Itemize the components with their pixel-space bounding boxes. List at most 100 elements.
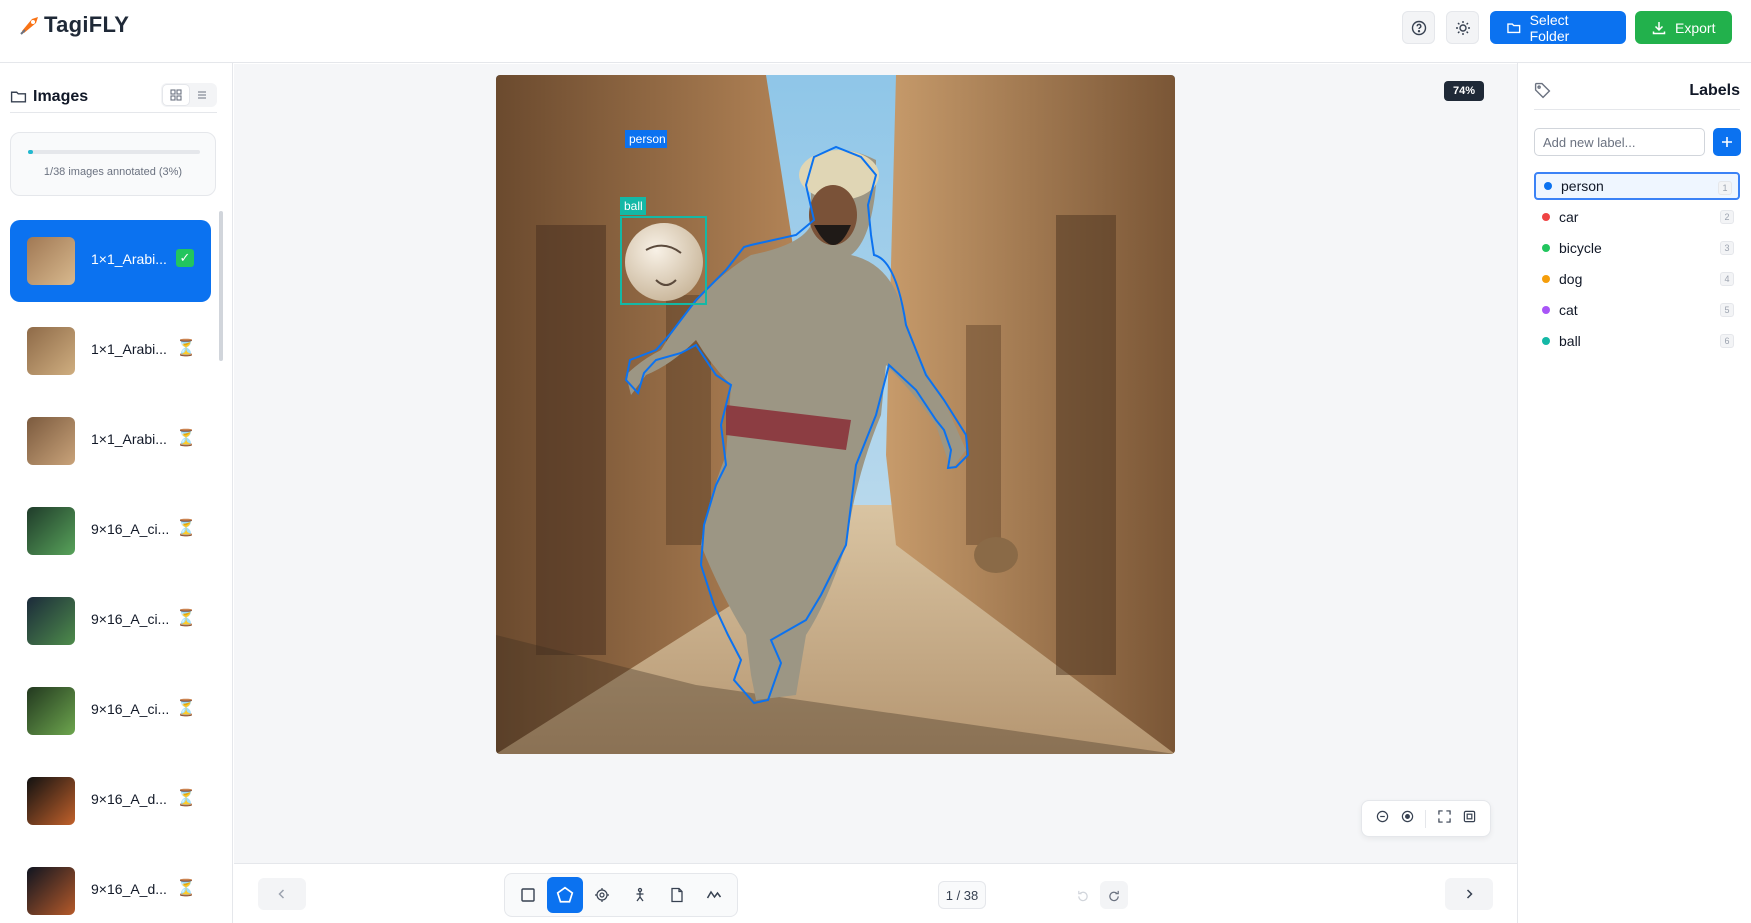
sidebar-scrollbar[interactable] [219,211,223,361]
mask-tool[interactable] [659,877,694,913]
chevron-left-icon [278,889,285,899]
help-button[interactable] [1402,11,1435,44]
zoom-controls-divider [1425,809,1427,828]
label-name: person [1561,178,1604,194]
expand-icon [1438,809,1451,823]
rectangle-tool[interactable] [510,877,545,913]
zoom-out-icon [1376,810,1389,822]
image-name: 1×1_Arabi... [91,341,167,357]
help-icon [1411,20,1426,35]
select-folder-label: Select Folder [1529,11,1570,44]
label-item-car[interactable]: car 2 [1534,203,1740,231]
square-icon [520,888,535,902]
label-shortcut-key: 4 [1720,272,1734,286]
pentagon-icon [556,886,574,903]
progress-text: 1/38 images annotated (3%) [43,166,183,178]
image-thumbnail [27,777,75,825]
theme-toggle-button[interactable] [1446,11,1479,44]
export-button[interactable]: Export [1635,11,1732,44]
label-item-bicycle[interactable]: bicycle 3 [1534,234,1740,262]
sun-icon [1455,20,1470,35]
redo-icon [1108,890,1119,901]
label-name: dog [1559,271,1583,287]
label-shortcut-key: 6 [1720,334,1734,348]
image-name: 9×16_A_d... [91,791,167,807]
label-item-person[interactable]: person 1 [1534,172,1740,200]
add-label-button[interactable] [1713,128,1741,156]
logo-icon [20,17,38,35]
image-list-item[interactable]: 9×16_A_ci... ⏳ [10,580,211,662]
person-pose-icon [636,887,644,902]
image-list-item[interactable]: 1×1_Arabi... ✓ [10,220,211,302]
undo-button[interactable] [1068,881,1096,909]
image-list-item[interactable]: 1×1_Arabi... ⏳ [10,400,211,482]
polygon-tool[interactable] [547,877,583,913]
hourglass-icon: ⏳ [176,430,196,447]
plus-icon [1722,137,1732,147]
zoom-level-badge: 74% [1444,81,1485,101]
progress-bar-fill [28,150,34,154]
app-header: TagiFLY Select Folder Export [0,0,1751,63]
annotation-label-person: person [629,132,666,146]
annotation-label-ball: ball [624,199,643,213]
crosshair-icon [595,888,610,902]
point-tool[interactable] [585,877,620,913]
annotation-progress-card: 1/38 images annotated (3%) [10,132,216,196]
label-item-ball[interactable]: ball 6 [1534,327,1740,355]
fit-screen-button[interactable] [1438,809,1451,828]
polyline-icon [707,890,722,899]
label-shortcut-key: 1 [1718,181,1732,195]
hourglass-icon: ⏳ [176,520,196,537]
label-color-dot [1542,306,1550,314]
label-color-dot [1542,337,1550,345]
image-thumbnail [27,327,75,375]
label-name: car [1559,209,1579,225]
zoom-reset-button[interactable] [1401,810,1414,828]
app-logo: TagiFLY [18,12,129,38]
frame-icon [1463,810,1476,822]
target-icon [1401,810,1413,822]
labels-header: Labels [1534,82,1740,110]
next-image-button[interactable] [1445,878,1493,910]
label-item-dog[interactable]: dog 4 [1534,265,1740,293]
redo-button[interactable] [1100,881,1128,909]
sidebar-header: Images [10,81,217,113]
canvas-area[interactable]: person ball [234,64,1517,863]
image-thumbnail [27,687,75,735]
image-list-item[interactable]: 9×16_A_ci... ⏳ [10,670,211,752]
tag-icon [1534,82,1551,99]
label-name: cat [1559,302,1578,318]
actual-size-button[interactable] [1463,810,1476,828]
image-thumbnail [27,417,75,465]
label-color-dot [1542,213,1550,221]
annotated-check-icon: ✓ [176,249,194,267]
image-list-item[interactable]: 9×16_A_d... ⏳ [10,760,211,842]
image-list-item[interactable]: 9×16_A_ci... ⏳ [10,490,211,572]
previous-image-button[interactable] [258,878,306,910]
annotated-image[interactable]: person ball [496,75,1175,754]
undo-icon [1077,890,1088,901]
zoom-controls [1361,800,1491,837]
zoom-out-button[interactable] [1376,810,1389,828]
grid-icon [170,89,182,101]
new-label-input[interactable] [1534,128,1705,156]
image-name: 1×1_Arabi... [91,251,167,267]
label-list: person 1 car 2 bicycle 3 dog 4 cat 5 ball 6 [1534,172,1740,358]
bottom-toolbar: 1 / 38 [234,863,1517,923]
folder-icon [1507,22,1521,33]
image-name: 9×16_A_ci... [91,611,170,627]
image-name: 9×16_A_ci... [91,701,170,717]
image-list-item[interactable]: 1×1_Arabi... ⏳ [10,310,211,392]
label-color-dot [1542,275,1550,283]
keypoint-tool[interactable] [622,877,657,913]
polyline-tool[interactable] [697,877,732,913]
hourglass-icon: ⏳ [176,610,196,627]
app-name: TagiFLY [44,12,130,37]
list-view-button[interactable] [189,85,215,105]
grid-view-button[interactable] [163,85,189,105]
select-folder-button[interactable]: Select Folder [1490,11,1626,44]
progress-bar [28,150,200,154]
label-item-cat[interactable]: cat 5 [1534,296,1740,324]
sidebar-title: Images [33,87,89,105]
image-list-item[interactable]: 9×16_A_d... ⏳ [10,850,211,923]
